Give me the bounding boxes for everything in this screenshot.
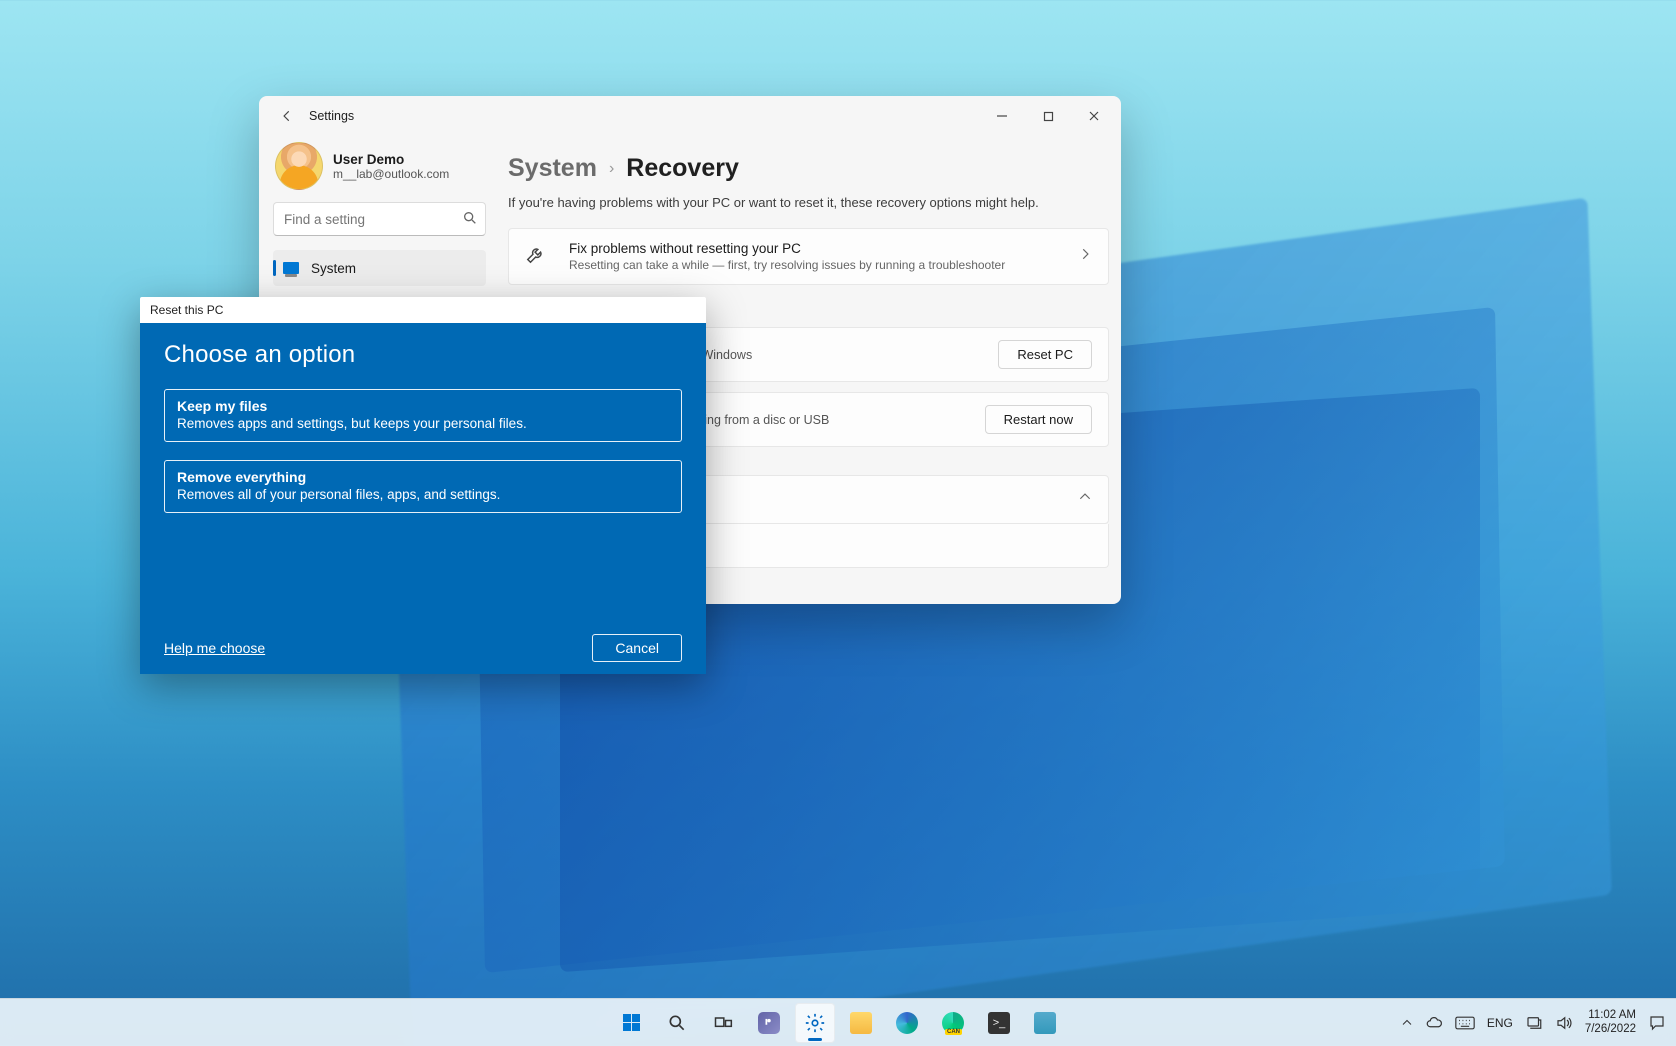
- option-title: Remove everything: [177, 469, 669, 485]
- option-desc: Removes all of your personal files, apps…: [177, 487, 669, 502]
- close-button[interactable]: [1071, 100, 1117, 132]
- dialog-titlebar: Reset this PC: [140, 297, 706, 323]
- start-button[interactable]: [611, 1003, 651, 1043]
- search-input[interactable]: [273, 202, 486, 236]
- back-button[interactable]: [273, 102, 301, 130]
- network-icon[interactable]: [1525, 1014, 1543, 1032]
- windows-icon: [623, 1014, 640, 1031]
- restart-now-button[interactable]: Restart now: [985, 405, 1092, 434]
- option-remove-everything[interactable]: Remove everything Removes all of your pe…: [164, 460, 682, 513]
- taskbar-app-chat[interactable]: [749, 1003, 789, 1043]
- maximize-button[interactable]: [1025, 100, 1071, 132]
- clock[interactable]: 11:02 AM 7/26/2022: [1585, 1009, 1636, 1035]
- language-indicator[interactable]: ENG: [1487, 1016, 1513, 1030]
- notifications-icon[interactable]: [1648, 1014, 1666, 1032]
- help-me-choose-link[interactable]: Help me choose: [164, 640, 265, 656]
- option-title: Keep my files: [177, 398, 669, 414]
- taskbar-app-explorer[interactable]: [841, 1003, 881, 1043]
- card-subtitle: Resetting can take a while — first, try …: [569, 258, 1056, 272]
- avatar: [275, 142, 323, 190]
- chevron-up-icon: [1078, 490, 1092, 509]
- taskbar-app-edge-canary[interactable]: CAN: [933, 1003, 973, 1043]
- user-account[interactable]: User Demo m__lab@outlook.com: [275, 142, 486, 190]
- task-view-button[interactable]: [703, 1003, 743, 1043]
- minimize-button[interactable]: [979, 100, 1025, 132]
- date: 7/26/2022: [1585, 1023, 1636, 1036]
- sidebar-item-system[interactable]: System: [273, 250, 486, 286]
- taskbar-app-terminal[interactable]: >_: [979, 1003, 1019, 1043]
- taskbar-app-settings[interactable]: [795, 1003, 835, 1043]
- user-name: User Demo: [333, 152, 449, 167]
- intro-text: If you're having problems with your PC o…: [508, 195, 1109, 210]
- option-desc: Removes apps and settings, but keeps you…: [177, 416, 669, 431]
- search-button[interactable]: [657, 1003, 697, 1043]
- breadcrumb: System › Recovery: [508, 154, 1109, 183]
- troubleshooter-card[interactable]: Fix problems without resetting your PC R…: [508, 228, 1109, 285]
- taskbar: CAN >_ ENG 11:02 AM 7/26/2022: [0, 998, 1676, 1046]
- card-title: Fix problems without resetting your PC: [569, 241, 1056, 256]
- user-email: m__lab@outlook.com: [333, 167, 449, 181]
- chevron-right-icon: ›: [609, 160, 614, 178]
- onedrive-icon[interactable]: [1425, 1014, 1443, 1032]
- sidebar-item-label: System: [311, 261, 356, 276]
- chevron-right-icon: [1078, 247, 1092, 266]
- titlebar: Settings: [259, 96, 1121, 136]
- cancel-button[interactable]: Cancel: [592, 634, 682, 662]
- search-icon: [462, 210, 478, 231]
- volume-icon[interactable]: [1555, 1014, 1573, 1032]
- reset-pc-button[interactable]: Reset PC: [998, 340, 1092, 369]
- page-title: Recovery: [626, 154, 739, 183]
- time: 11:02 AM: [1588, 1009, 1636, 1022]
- dialog-heading: Choose an option: [164, 341, 682, 369]
- keyboard-icon[interactable]: [1455, 1016, 1475, 1030]
- taskbar-app-edge[interactable]: [887, 1003, 927, 1043]
- system-tray: ENG 11:02 AM 7/26/2022: [1401, 1009, 1676, 1035]
- reset-this-pc-dialog: Reset this PC Choose an option Keep my f…: [140, 297, 706, 674]
- search-field: [273, 202, 486, 236]
- monitor-icon: [283, 262, 299, 274]
- option-keep-my-files[interactable]: Keep my files Removes apps and settings,…: [164, 389, 682, 442]
- breadcrumb-parent[interactable]: System: [508, 154, 597, 183]
- wrench-icon: [525, 243, 547, 270]
- app-title: Settings: [309, 109, 354, 123]
- taskbar-app-generic[interactable]: [1025, 1003, 1065, 1043]
- tray-overflow-button[interactable]: [1401, 1017, 1413, 1029]
